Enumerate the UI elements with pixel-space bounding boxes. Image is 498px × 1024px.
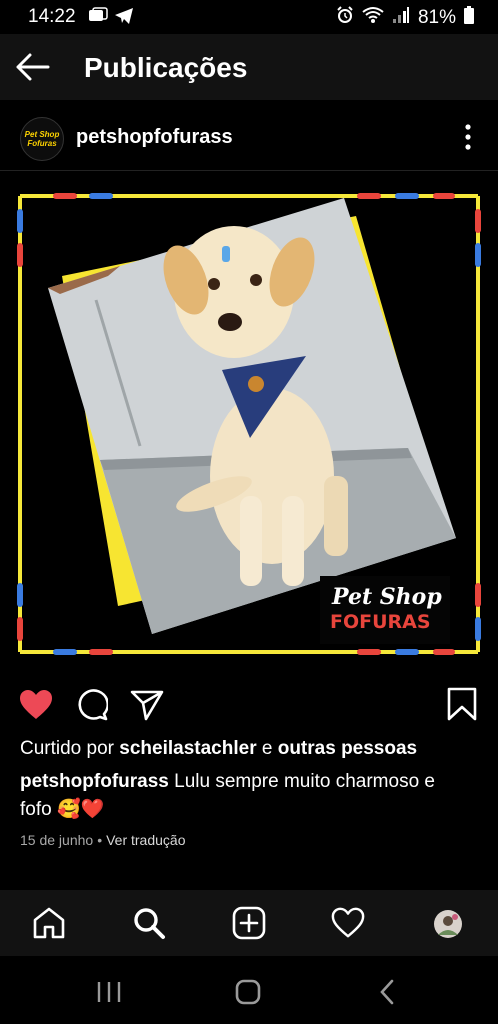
profile-icon[interactable] <box>433 909 463 944</box>
post-date: 15 de junho <box>20 832 94 848</box>
avatar[interactable]: Pet Shop Fofuras <box>20 117 64 161</box>
petshop-logo: Pet Shop FOFURAS <box>320 576 450 644</box>
post-caption: petshopfofurass Lulu sempre muito charmo… <box>20 768 470 824</box>
share-icon[interactable] <box>130 689 164 726</box>
create-icon[interactable] <box>232 906 266 945</box>
system-nav <box>0 958 498 1024</box>
status-bar: 14:22 81% <box>0 0 498 34</box>
gallery-icon <box>88 7 108 31</box>
likes-text: Curtido por scheilastachler e outras pes… <box>20 738 418 759</box>
post-username[interactable]: petshopfofurass <box>76 126 233 149</box>
post-date-row: 15 de junho • Ver tradução <box>20 832 185 848</box>
wifi-icon <box>362 6 384 30</box>
post-header: Pet Shop Fofuras petshopfofurass <box>0 112 498 162</box>
home-button-icon[interactable] <box>234 978 262 1011</box>
more-icon[interactable] <box>464 124 472 150</box>
bottom-nav <box>0 890 498 956</box>
signal-icon <box>392 6 410 30</box>
post-actions <box>0 686 498 726</box>
heart-icon[interactable] <box>18 689 54 726</box>
svg-text:FOFURAS: FOFURAS <box>330 611 431 633</box>
comment-icon[interactable] <box>76 689 109 726</box>
translate-link[interactable]: Ver tradução <box>106 832 185 848</box>
divider <box>0 170 498 171</box>
post-image[interactable]: Pet Shop FOFURAS <box>0 176 498 674</box>
alarm-icon <box>336 6 354 30</box>
dog-photo <box>48 198 456 634</box>
caption-username[interactable]: petshopfofurass <box>20 771 169 792</box>
svg-text:Pet Shop: Pet Shop <box>331 584 442 610</box>
search-icon[interactable] <box>132 906 166 945</box>
back-arrow-icon[interactable] <box>14 52 52 82</box>
battery-icon <box>464 6 474 30</box>
others-link[interactable]: outras pessoas <box>278 738 417 759</box>
telegram-icon <box>114 7 134 31</box>
status-time: 14:22 <box>28 6 76 27</box>
separator: • <box>97 832 103 848</box>
liker-username[interactable]: scheilastachler <box>119 738 256 759</box>
recents-icon[interactable] <box>96 980 122 1009</box>
activity-icon[interactable] <box>331 907 365 944</box>
bookmark-icon[interactable] <box>446 687 478 726</box>
system-back-icon[interactable] <box>378 978 396 1011</box>
battery-percent: 81% <box>417 7 456 28</box>
page-title: Publicações <box>84 52 248 83</box>
home-icon[interactable] <box>32 906 66 945</box>
app-bar: Publicações <box>0 34 498 100</box>
